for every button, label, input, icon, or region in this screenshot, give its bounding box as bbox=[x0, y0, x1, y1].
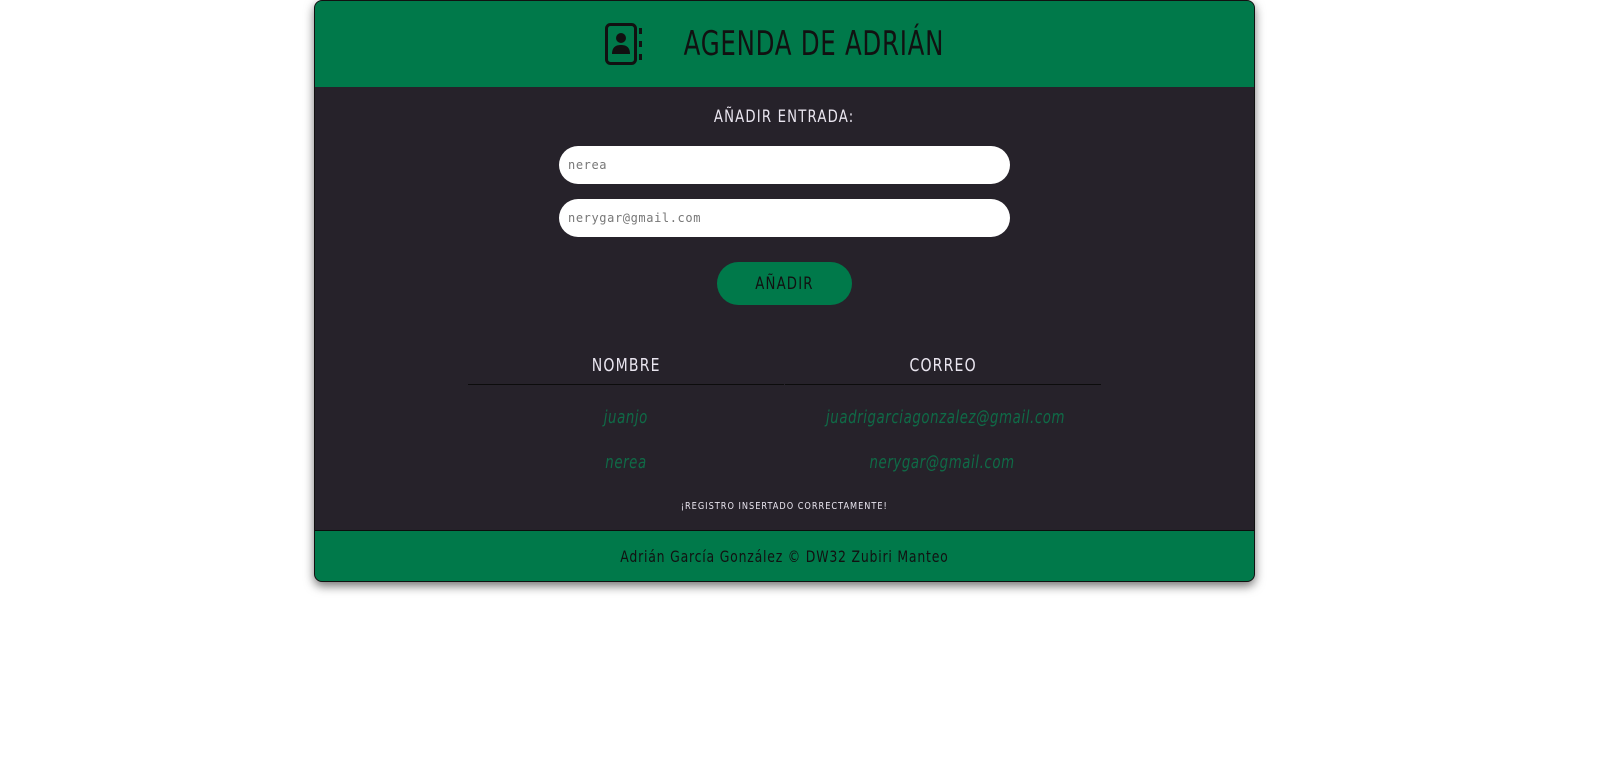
cell-email: juadrigarciagonzalez@gmail.com bbox=[825, 407, 1066, 428]
agenda-card: AGENDA DE ADRIÁN AÑADIR ENTRADA: nerea n… bbox=[314, 0, 1255, 582]
column-header-correo: CORREO bbox=[785, 355, 1101, 385]
table-row: nerea nerygar@gmail.com bbox=[468, 452, 1101, 473]
cell-email: nerygar@gmail.com bbox=[869, 452, 1015, 473]
column-header-nombre: NOMBRE bbox=[468, 355, 784, 385]
name-input[interactable]: nerea bbox=[559, 146, 1010, 184]
app-header: AGENDA DE ADRIÁN bbox=[315, 1, 1254, 87]
add-entry-heading: AÑADIR ENTRADA: bbox=[714, 107, 855, 127]
main-panel: AÑADIR ENTRADA: nerea nerygar@gmail.com … bbox=[315, 87, 1254, 530]
add-button[interactable]: AÑADIR bbox=[717, 262, 852, 305]
cell-name: juanjo bbox=[603, 407, 649, 428]
table-row: juanjo juadrigarciagonzalez@gmail.com bbox=[468, 407, 1101, 428]
email-input[interactable]: nerygar@gmail.com bbox=[559, 199, 1010, 237]
table-header: NOMBRE CORREO bbox=[468, 355, 1101, 385]
cell-name: nerea bbox=[605, 452, 647, 473]
status-message: ¡REGISTRO INSERTADO CORRECTAMENTE! bbox=[680, 501, 889, 512]
app-footer: Adrián García González © DW32 Zubiri Man… bbox=[315, 530, 1254, 581]
footer-text: Adrián García González © DW32 Zubiri Man… bbox=[620, 547, 949, 566]
address-book-icon bbox=[604, 23, 642, 65]
page-title: AGENDA DE ADRIÁN bbox=[683, 24, 944, 64]
